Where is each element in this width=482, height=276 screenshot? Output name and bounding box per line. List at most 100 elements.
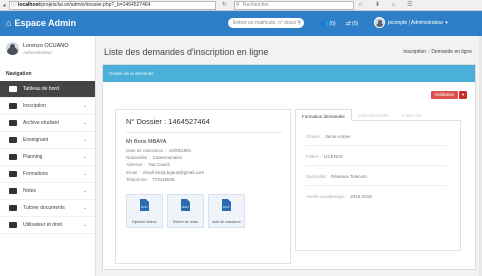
briefcase-icon: [9, 103, 17, 109]
user-menu[interactable]: pcompte | Administrateur ▾: [374, 17, 448, 28]
profile[interactable]: Lorenzo OCUANO Administrateur: [6, 42, 69, 55]
search-icon[interactable]: ⚲: [297, 18, 301, 28]
profile-name: Lorenzo OCUANO: [23, 43, 69, 49]
brand-title: Espace Admin: [14, 18, 77, 28]
divider: [126, 132, 282, 133]
chevron-down-icon: ⌄: [82, 120, 87, 126]
sidebar-item-formations[interactable]: Formations ⌄: [0, 166, 95, 183]
field-key: Filière :: [306, 154, 321, 159]
share-icon: ⇄: [346, 21, 352, 27]
chevron-down-icon: ⌄: [82, 137, 87, 143]
dossier-number: N° Dossier : 1464527464: [126, 117, 210, 126]
sidebar-nav: Tableau de bord Inscription ⌄ Archive etu…: [0, 81, 95, 234]
sidebar-item-utilisateurs[interactable]: Utilisateur et droit ⌄: [0, 217, 95, 234]
avatar: [374, 17, 385, 28]
sidebar-item-label: Tutorer documents: [23, 205, 65, 211]
field-value: LICENCE: [323, 154, 344, 159]
doc-file-icon: [181, 199, 190, 211]
document-acte[interactable]: Acte de naissance: [208, 194, 245, 228]
info-icon: ⓘ: [11, 2, 17, 8]
reload-icon[interactable]: ↻: [222, 1, 227, 8]
browser-search-placeholder: Rechercher: [243, 2, 269, 8]
divider: [306, 165, 446, 166]
field-row: Classe :3eme Annee: [306, 134, 351, 139]
applicant-card: N° Dossier : 1464527464 Mr Boris MBAYA D…: [115, 109, 291, 264]
notif-count-1: (0): [329, 20, 336, 27]
address-bar[interactable]: ⓘ localhost/projets/iai.sn/admin/dossier…: [9, 1, 216, 10]
sidebar-item-dashboard[interactable]: Tableau de bord: [0, 81, 95, 98]
sidebar-item-notes[interactable]: Notes ⌄: [0, 183, 95, 200]
sidebar-item-documents[interactable]: Tutorer documents ⌄: [0, 200, 95, 217]
page-title: Liste des demandes d'inscription en lign…: [104, 47, 269, 57]
chevron-down-icon: ▾: [445, 19, 448, 26]
tab-formation[interactable]: Formation demandée: [295, 109, 352, 121]
tab-infos[interactable]: Infos Générales: [352, 109, 396, 120]
notif-count-2: (0): [352, 20, 359, 27]
url-path: /projets/iai.sn/admin/dossier.php?_b=146…: [39, 2, 151, 8]
breadcrumb-item[interactable]: Inscription: [403, 49, 426, 55]
document-diplome[interactable]: Diplôme obtenu: [126, 194, 163, 228]
nav-heading: Navigation: [6, 71, 32, 77]
sidebar-item-label: Formations: [23, 171, 49, 177]
sidebar-item-label: Inscription: [23, 103, 46, 109]
info-value: Yaa Cauch: [148, 162, 170, 168]
settings-icon: [9, 222, 17, 228]
field-key: Classe :: [306, 134, 323, 139]
chevron-down-icon: ⌄: [82, 205, 87, 211]
file-icon: [9, 205, 17, 211]
map-marker-icon: [9, 171, 17, 177]
document-list: Diplôme obtenu Relevé de notes Acte de n…: [126, 194, 249, 228]
sidebar-item-planning[interactable]: Planning ⌄: [0, 149, 95, 166]
app-header: ⌂ Espace Admin Entrer un matricule, n° d…: [0, 11, 482, 36]
info-key: Adresse :: [126, 162, 146, 168]
messages-button[interactable]: ⇄ (0): [346, 20, 359, 28]
sidebar-item-inscription[interactable]: Inscription ⌄: [0, 98, 95, 115]
toolbar-icons[interactable]: ☆ ⬇ ⌂ ☰: [358, 1, 417, 8]
chevron-down-icon: ⌄: [82, 222, 87, 228]
divider: [306, 185, 446, 186]
field-value: 2015-2016: [350, 194, 372, 199]
document-label: Relevé de notes: [172, 220, 199, 224]
search-icon: ⚲: [236, 2, 240, 8]
archive-icon: [9, 120, 17, 126]
url-host: localhost: [18, 2, 40, 8]
sidebar: Lorenzo OCUANO Administrateur Navigation…: [0, 36, 96, 276]
sidebar-item-enseignant[interactable]: Enseignant ⌄: [0, 132, 95, 149]
caret-down-icon[interactable]: ▾: [459, 91, 467, 99]
sidebar-item-label: Planning: [23, 154, 43, 160]
home-icon: ⌂: [6, 18, 12, 28]
info-key: Nationalité :: [126, 155, 150, 161]
validation-button[interactable]: Validation: [430, 91, 458, 99]
brand[interactable]: ⌂ Espace Admin: [6, 18, 76, 28]
info-value: Camerounaise: [152, 155, 183, 161]
sidebar-item-label: Utilisateur et droit: [23, 222, 62, 228]
sidebar-item-archive[interactable]: Archive etudiant ⌄: [0, 115, 95, 132]
main-content: Liste des demandes d'inscription en lign…: [96, 36, 482, 276]
notifications-button[interactable]: 👥 (0): [321, 20, 336, 28]
matricule-search-input[interactable]: Entrer un matricule, n° dossi ⚲: [228, 18, 304, 28]
browser-toolbar: ◂ ⓘ localhost/projets/iai.sn/admin/dossi…: [0, 0, 482, 11]
field-value: 3eme Annee: [325, 134, 351, 139]
tab-bar: Formation demandée Infos Générales A bie…: [295, 109, 461, 121]
info-row: Telephone :773118838: [126, 176, 204, 183]
browser-search-input[interactable]: ⚲ Rechercher: [234, 1, 354, 10]
document-releve[interactable]: Relevé de notes: [167, 194, 204, 228]
info-key: Telephone :: [126, 176, 150, 182]
tab-a-bien[interactable]: A bien sûr: [396, 109, 428, 120]
profile-role: Administrateur: [23, 50, 53, 55]
list-icon: [9, 188, 17, 194]
calendar-icon: [9, 154, 17, 160]
info-key: Date de naissance :: [126, 148, 166, 153]
info-row: Nationalité : Camerounaise: [126, 154, 204, 161]
field-row: Filière : LICENCE: [306, 154, 343, 159]
chevron-down-icon: ⌄: [82, 188, 87, 194]
user-label: pcompte | Administrateur: [388, 19, 444, 26]
sidebar-item-label: Enseignant: [23, 137, 49, 143]
back-icon[interactable]: ◂: [0, 2, 8, 9]
doc-file-icon: [140, 199, 149, 211]
info-value: 15/08/1991: [168, 148, 192, 153]
dashboard-icon: [9, 86, 17, 92]
details-panel: Details de la demande Validation ▾ N° Do…: [102, 64, 476, 270]
field-key: Spécialité :: [306, 174, 329, 179]
matricule-search-placeholder: Entrer un matricule, n° dossi: [233, 20, 296, 26]
